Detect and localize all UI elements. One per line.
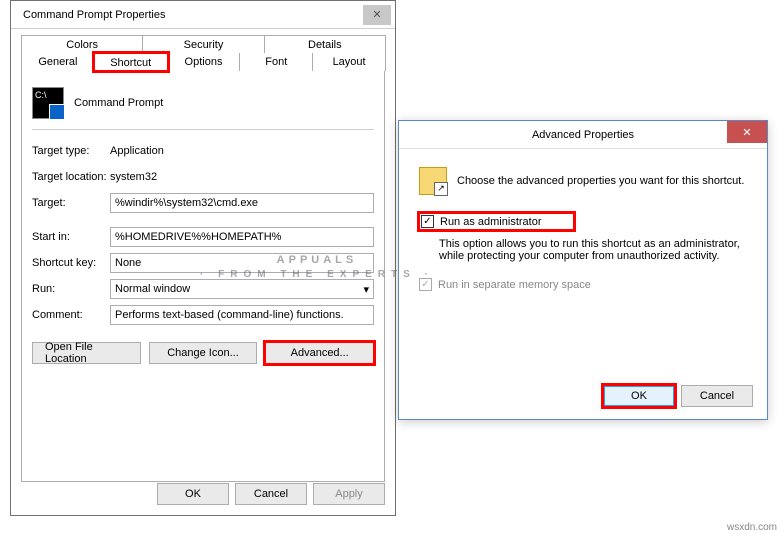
target-location-row: Target location: system32 — [32, 164, 374, 190]
advanced-header: Choose the advanced properties you want … — [419, 167, 747, 195]
start-in-row: Start in: — [32, 224, 374, 250]
tab-options[interactable]: Options — [167, 53, 241, 71]
close-button[interactable]: ✕ — [363, 5, 391, 25]
tab-general[interactable]: General — [21, 53, 95, 71]
comment-input[interactable] — [110, 305, 374, 325]
run-as-admin-checkbox[interactable]: ✓ — [421, 215, 434, 228]
credit-text: wsxdn.com — [727, 522, 777, 533]
run-label: Run: — [32, 283, 110, 295]
shortcut-key-row: Shortcut key: — [32, 250, 374, 276]
tabs: Colors Security Details General Shortcut… — [11, 29, 395, 482]
tab-details[interactable]: Details — [264, 35, 386, 53]
advanced-button[interactable]: Advanced... — [265, 342, 374, 364]
run-row: Run: Normal window ▾ — [32, 276, 374, 302]
shortcut-header: Command Prompt — [32, 83, 374, 130]
target-input[interactable] — [110, 193, 374, 213]
chevron-down-icon: ▾ — [363, 283, 369, 296]
tab-security[interactable]: Security — [142, 35, 264, 53]
advanced-intro: Choose the advanced properties you want … — [457, 175, 744, 187]
target-type-label: Target type: — [32, 145, 110, 157]
cancel-button[interactable]: Cancel — [235, 483, 307, 505]
comment-label: Comment: — [32, 309, 110, 321]
properties-dialog: Command Prompt Properties ✕ Colors Secur… — [10, 0, 396, 516]
apply-button[interactable]: Apply — [313, 483, 385, 505]
target-row: Target: — [32, 190, 374, 216]
properties-titlebar[interactable]: Command Prompt Properties ✕ — [11, 1, 395, 29]
run-as-admin-row: ✓ Run as administrator — [419, 213, 574, 230]
tab-font[interactable]: Font — [239, 53, 313, 71]
tabs-row-top: Colors Security Details — [21, 35, 385, 53]
shortcut-buttons: Open File Location Change Icon... Advanc… — [32, 342, 374, 364]
run-value: Normal window — [115, 283, 190, 295]
advanced-dialog-buttons: OK Cancel — [603, 385, 753, 407]
separate-memory-label: Run in separate memory space — [438, 279, 591, 291]
separate-memory-row: ✓ Run in separate memory space — [419, 278, 747, 291]
shortcut-folder-icon — [419, 167, 447, 195]
target-label: Target: — [32, 197, 110, 209]
start-in-label: Start in: — [32, 231, 110, 243]
properties-dialog-buttons: OK Cancel Apply — [157, 483, 385, 505]
change-icon-button[interactable]: Change Icon... — [149, 342, 258, 364]
shortcut-key-input[interactable] — [110, 253, 374, 273]
shortcut-panel: Command Prompt Target type: Application … — [21, 70, 385, 482]
ok-button[interactable]: OK — [157, 483, 229, 505]
comment-row: Comment: — [32, 302, 374, 328]
target-type-row: Target type: Application — [32, 138, 374, 164]
advanced-body: Choose the advanced properties you want … — [399, 149, 767, 301]
shortcut-key-label: Shortcut key: — [32, 257, 110, 269]
tab-colors[interactable]: Colors — [21, 35, 143, 53]
ok-button[interactable]: OK — [603, 385, 675, 407]
target-location-value: system32 — [110, 171, 157, 183]
properties-title: Command Prompt Properties — [23, 9, 363, 21]
start-in-input[interactable] — [110, 227, 374, 247]
close-icon: ✕ — [742, 126, 751, 139]
advanced-title: Advanced Properties — [532, 129, 634, 141]
cmd-icon — [32, 87, 64, 119]
tab-layout[interactable]: Layout — [312, 53, 386, 71]
target-type-value: Application — [110, 145, 164, 157]
cancel-button[interactable]: Cancel — [681, 385, 753, 407]
run-as-admin-description: This option allows you to run this short… — [439, 238, 747, 262]
close-button[interactable]: ✕ — [727, 121, 767, 143]
separate-memory-checkbox: ✓ — [419, 278, 432, 291]
target-location-label: Target location: — [32, 171, 110, 183]
advanced-properties-dialog: Advanced Properties ✕ Choose the advance… — [398, 120, 768, 420]
close-icon: ✕ — [372, 8, 381, 21]
tabs-row-bottom: General Shortcut Options Font Layout — [21, 53, 385, 71]
open-file-location-button[interactable]: Open File Location — [32, 342, 141, 364]
advanced-titlebar[interactable]: Advanced Properties ✕ — [399, 121, 767, 149]
run-select[interactable]: Normal window ▾ — [110, 279, 374, 299]
run-as-admin-label: Run as administrator — [440, 216, 542, 228]
app-name: Command Prompt — [74, 97, 163, 109]
tab-shortcut[interactable]: Shortcut — [94, 53, 168, 71]
